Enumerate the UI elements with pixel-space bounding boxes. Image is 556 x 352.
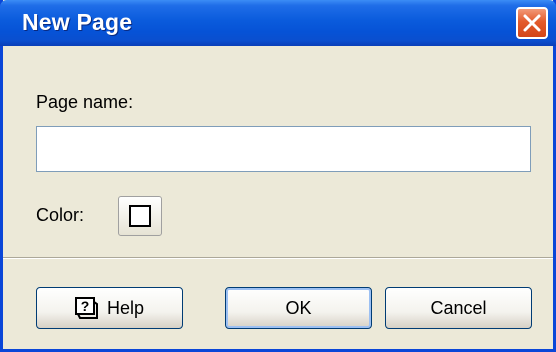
close-icon [523,14,541,32]
help-button[interactable]: ? Help [36,287,183,329]
color-swatch [129,205,151,227]
ok-button-label: OK [285,297,312,318]
page-name-input[interactable] [37,127,530,171]
new-page-dialog: New Page Page name: Color: ? Help OK Can… [0,0,556,352]
close-button[interactable] [516,7,548,39]
color-label: Color: [36,205,85,225]
cancel-button-label: Cancel [430,297,487,318]
cancel-button[interactable]: Cancel [385,287,532,329]
page-name-label: Page name: [36,92,134,112]
help-icon: ? [74,297,99,319]
svg-text:?: ? [81,298,90,314]
separator [3,257,553,259]
ok-button[interactable]: OK [225,287,372,329]
dialog-title: New Page [22,9,133,35]
help-button-label: Help [106,297,145,318]
page-name-field[interactable] [36,126,531,172]
color-picker-button[interactable] [118,196,162,236]
title-bar[interactable]: New Page [0,0,556,46]
